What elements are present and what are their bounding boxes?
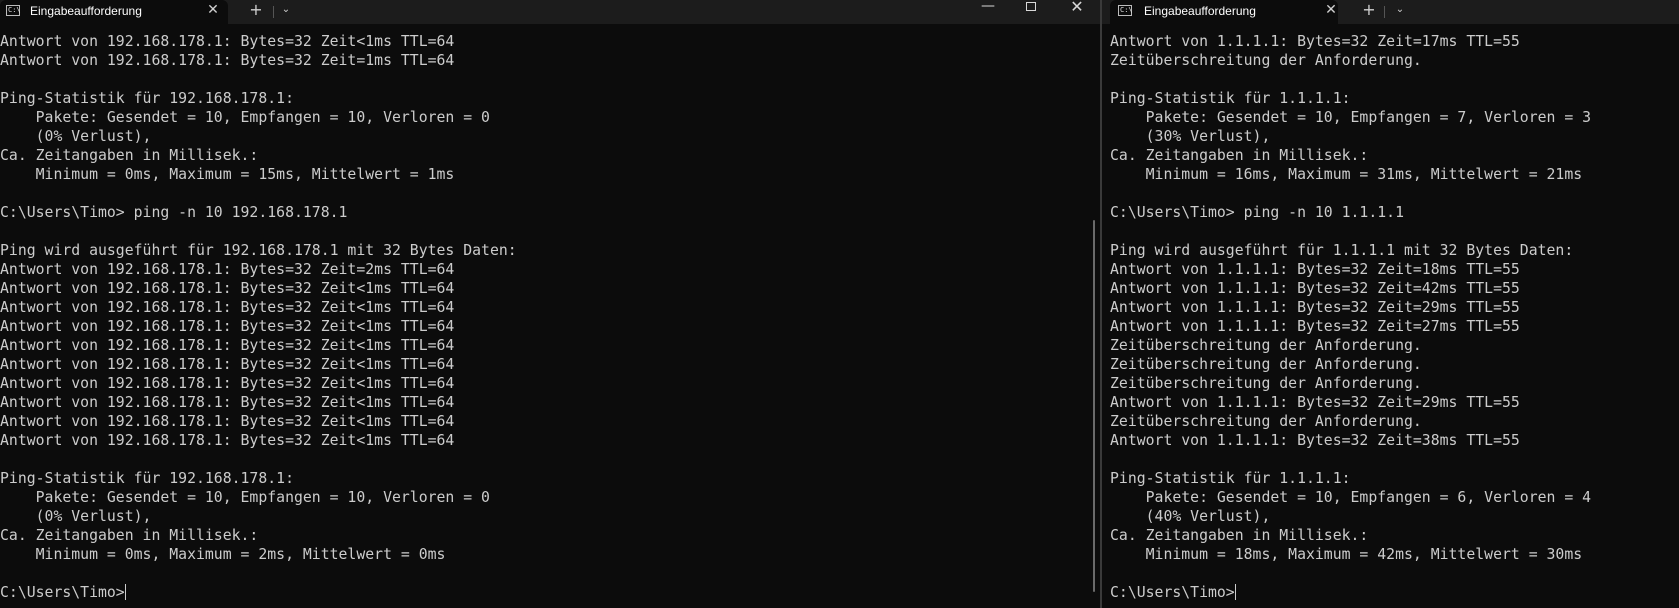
minimize-button[interactable]: — (965, 0, 1011, 22)
terminal-window-right[interactable]: C:\ Eingabeaufforderung ✕ + ⌄ Antwort vo… (1102, 0, 1679, 608)
console-line: Ping-Statistik für 192.168.178.1: (0, 470, 294, 487)
console-line: Antwort von 192.168.178.1: Bytes=32 Zeit… (0, 337, 455, 354)
console-line: C:\Users\Timo> ping -n 10 192.168.178.1 (0, 204, 348, 221)
console-line: Zeitüberschreitung der Anforderung. (1110, 356, 1422, 373)
console-line: Ca. Zeitangaben in Millisek.: (0, 527, 259, 544)
console-line: Antwort von 192.168.178.1: Bytes=32 Zeit… (0, 356, 455, 373)
console-line: C:\Users\Timo> ping -n 10 1.1.1.1 (1110, 204, 1404, 221)
console-line: Minimum = 16ms, Maximum = 31ms, Mittelwe… (1110, 166, 1583, 183)
console-line: Ca. Zeitangaben in Millisek.: (1110, 527, 1369, 544)
tab-separator (1384, 6, 1385, 18)
console-line: Minimum = 0ms, Maximum = 15ms, Mittelwer… (0, 166, 455, 183)
console-line: Antwort von 192.168.178.1: Bytes=32 Zeit… (0, 280, 455, 297)
console-line: Antwort von 192.168.178.1: Bytes=32 Zeit… (0, 394, 455, 411)
chevron-down-icon[interactable]: ⌄ (1390, 1, 1410, 21)
console-line: Pakete: Gesendet = 10, Empfangen = 10, V… (0, 109, 490, 126)
tab-title: Eingabeaufforderung (1144, 4, 1256, 18)
text-cursor (1234, 584, 1236, 600)
console-line: Zeitüberschreitung der Anforderung. (1110, 337, 1422, 354)
console-line: Pakete: Gesendet = 10, Empfangen = 6, Ve… (1110, 489, 1592, 506)
console-line: Ping-Statistik für 1.1.1.1: (1110, 90, 1351, 107)
console-line: (40% Verlust), (1110, 508, 1271, 525)
text-cursor (124, 584, 126, 600)
title-bar[interactable]: C:\ Eingabeaufforderung ✕ + ⌄ (1102, 0, 1679, 24)
console-output[interactable]: Antwort von 192.168.178.1: Bytes=32 Zeit… (0, 32, 517, 602)
console-line: Zeitüberschreitung der Anforderung. (1110, 52, 1422, 69)
console-line: Ping wird ausgeführt für 192.168.178.1 m… (0, 242, 517, 259)
maximize-icon (1026, 2, 1036, 11)
console-line: Antwort von 192.168.178.1: Bytes=32 Zeit… (0, 413, 455, 430)
console-line: (0% Verlust), (0, 508, 152, 525)
console-line: Ping-Statistik für 1.1.1.1: (1110, 470, 1351, 487)
chevron-down-icon[interactable]: ⌄ (276, 1, 296, 21)
console-line: Antwort von 1.1.1.1: Bytes=32 Zeit=29ms … (1110, 394, 1520, 411)
console-line: Antwort von 1.1.1.1: Bytes=32 Zeit=17ms … (1110, 33, 1520, 50)
tab-eingabeaufforderung[interactable]: C:\ Eingabeaufforderung ✕ (1110, 0, 1338, 24)
prompt-line[interactable]: C:\Users\Timo> (1110, 583, 1591, 602)
console-line: Minimum = 18ms, Maximum = 42ms, Mittelwe… (1110, 546, 1583, 563)
console-line: Antwort von 192.168.178.1: Bytes=32 Zeit… (0, 318, 455, 335)
console-line: Antwort von 192.168.178.1: Bytes=32 Zeit… (0, 432, 455, 449)
tab-separator (273, 6, 274, 18)
console-line: Ca. Zeitangaben in Millisek.: (0, 147, 259, 164)
console-line: (0% Verlust), (0, 128, 152, 145)
console-line: Pakete: Gesendet = 10, Empfangen = 10, V… (0, 489, 490, 506)
tab-eingabeaufforderung[interactable]: C:\ Eingabeaufforderung ✕ (0, 0, 228, 24)
console-output[interactable]: Antwort von 1.1.1.1: Bytes=32 Zeit=17ms … (1110, 32, 1591, 602)
command-prompt-icon: C:\ (1118, 5, 1133, 16)
console-line: Antwort von 1.1.1.1: Bytes=32 Zeit=18ms … (1110, 261, 1520, 278)
tab-close-icon[interactable]: ✕ (1322, 1, 1340, 19)
console-line: Antwort von 192.168.178.1: Bytes=32 Zeit… (0, 33, 455, 50)
console-line: Antwort von 1.1.1.1: Bytes=32 Zeit=38ms … (1110, 432, 1520, 449)
command-prompt-icon-text: C:\ (1120, 6, 1133, 14)
console-line: (30% Verlust), (1110, 128, 1271, 145)
prompt-line[interactable]: C:\Users\Timo> (0, 583, 517, 602)
scrollbar[interactable] (1093, 220, 1095, 592)
prompt-text: C:\Users\Timo> (0, 584, 125, 601)
new-tab-button[interactable]: + (1358, 0, 1380, 22)
new-tab-button[interactable]: + (245, 0, 267, 22)
title-bar[interactable]: C:\ Eingabeaufforderung ✕ + ⌄ — ✕ (0, 0, 1100, 24)
command-prompt-icon: C:\ (6, 5, 21, 16)
console-line: Antwort von 1.1.1.1: Bytes=32 Zeit=29ms … (1110, 299, 1520, 316)
console-line: Zeitüberschreitung der Anforderung. (1110, 375, 1422, 392)
console-line: Ping-Statistik für 192.168.178.1: (0, 90, 294, 107)
prompt-text: C:\Users\Timo> (1110, 584, 1235, 601)
console-line: Antwort von 192.168.178.1: Bytes=32 Zeit… (0, 299, 455, 316)
console-line: Minimum = 0ms, Maximum = 2ms, Mittelwert… (0, 546, 446, 563)
console-line: Antwort von 1.1.1.1: Bytes=32 Zeit=42ms … (1110, 280, 1520, 297)
tab-title: Eingabeaufforderung (30, 4, 142, 18)
console-line: Pakete: Gesendet = 10, Empfangen = 7, Ve… (1110, 109, 1592, 126)
tab-close-icon[interactable]: ✕ (204, 1, 222, 19)
console-line: Ca. Zeitangaben in Millisek.: (1110, 147, 1369, 164)
close-window-button[interactable]: ✕ (1054, 0, 1100, 22)
console-line: Antwort von 192.168.178.1: Bytes=32 Zeit… (0, 261, 455, 278)
maximize-button[interactable] (1008, 0, 1054, 22)
terminal-window-left[interactable]: C:\ Eingabeaufforderung ✕ + ⌄ — ✕ Antwor… (0, 0, 1100, 608)
console-line: Ping wird ausgeführt für 1.1.1.1 mit 32 … (1110, 242, 1574, 259)
console-line: Zeitüberschreitung der Anforderung. (1110, 413, 1422, 430)
console-line: Antwort von 1.1.1.1: Bytes=32 Zeit=27ms … (1110, 318, 1520, 335)
console-line: Antwort von 192.168.178.1: Bytes=32 Zeit… (0, 52, 455, 69)
command-prompt-icon-text: C:\ (8, 6, 21, 14)
console-line: Antwort von 192.168.178.1: Bytes=32 Zeit… (0, 375, 455, 392)
